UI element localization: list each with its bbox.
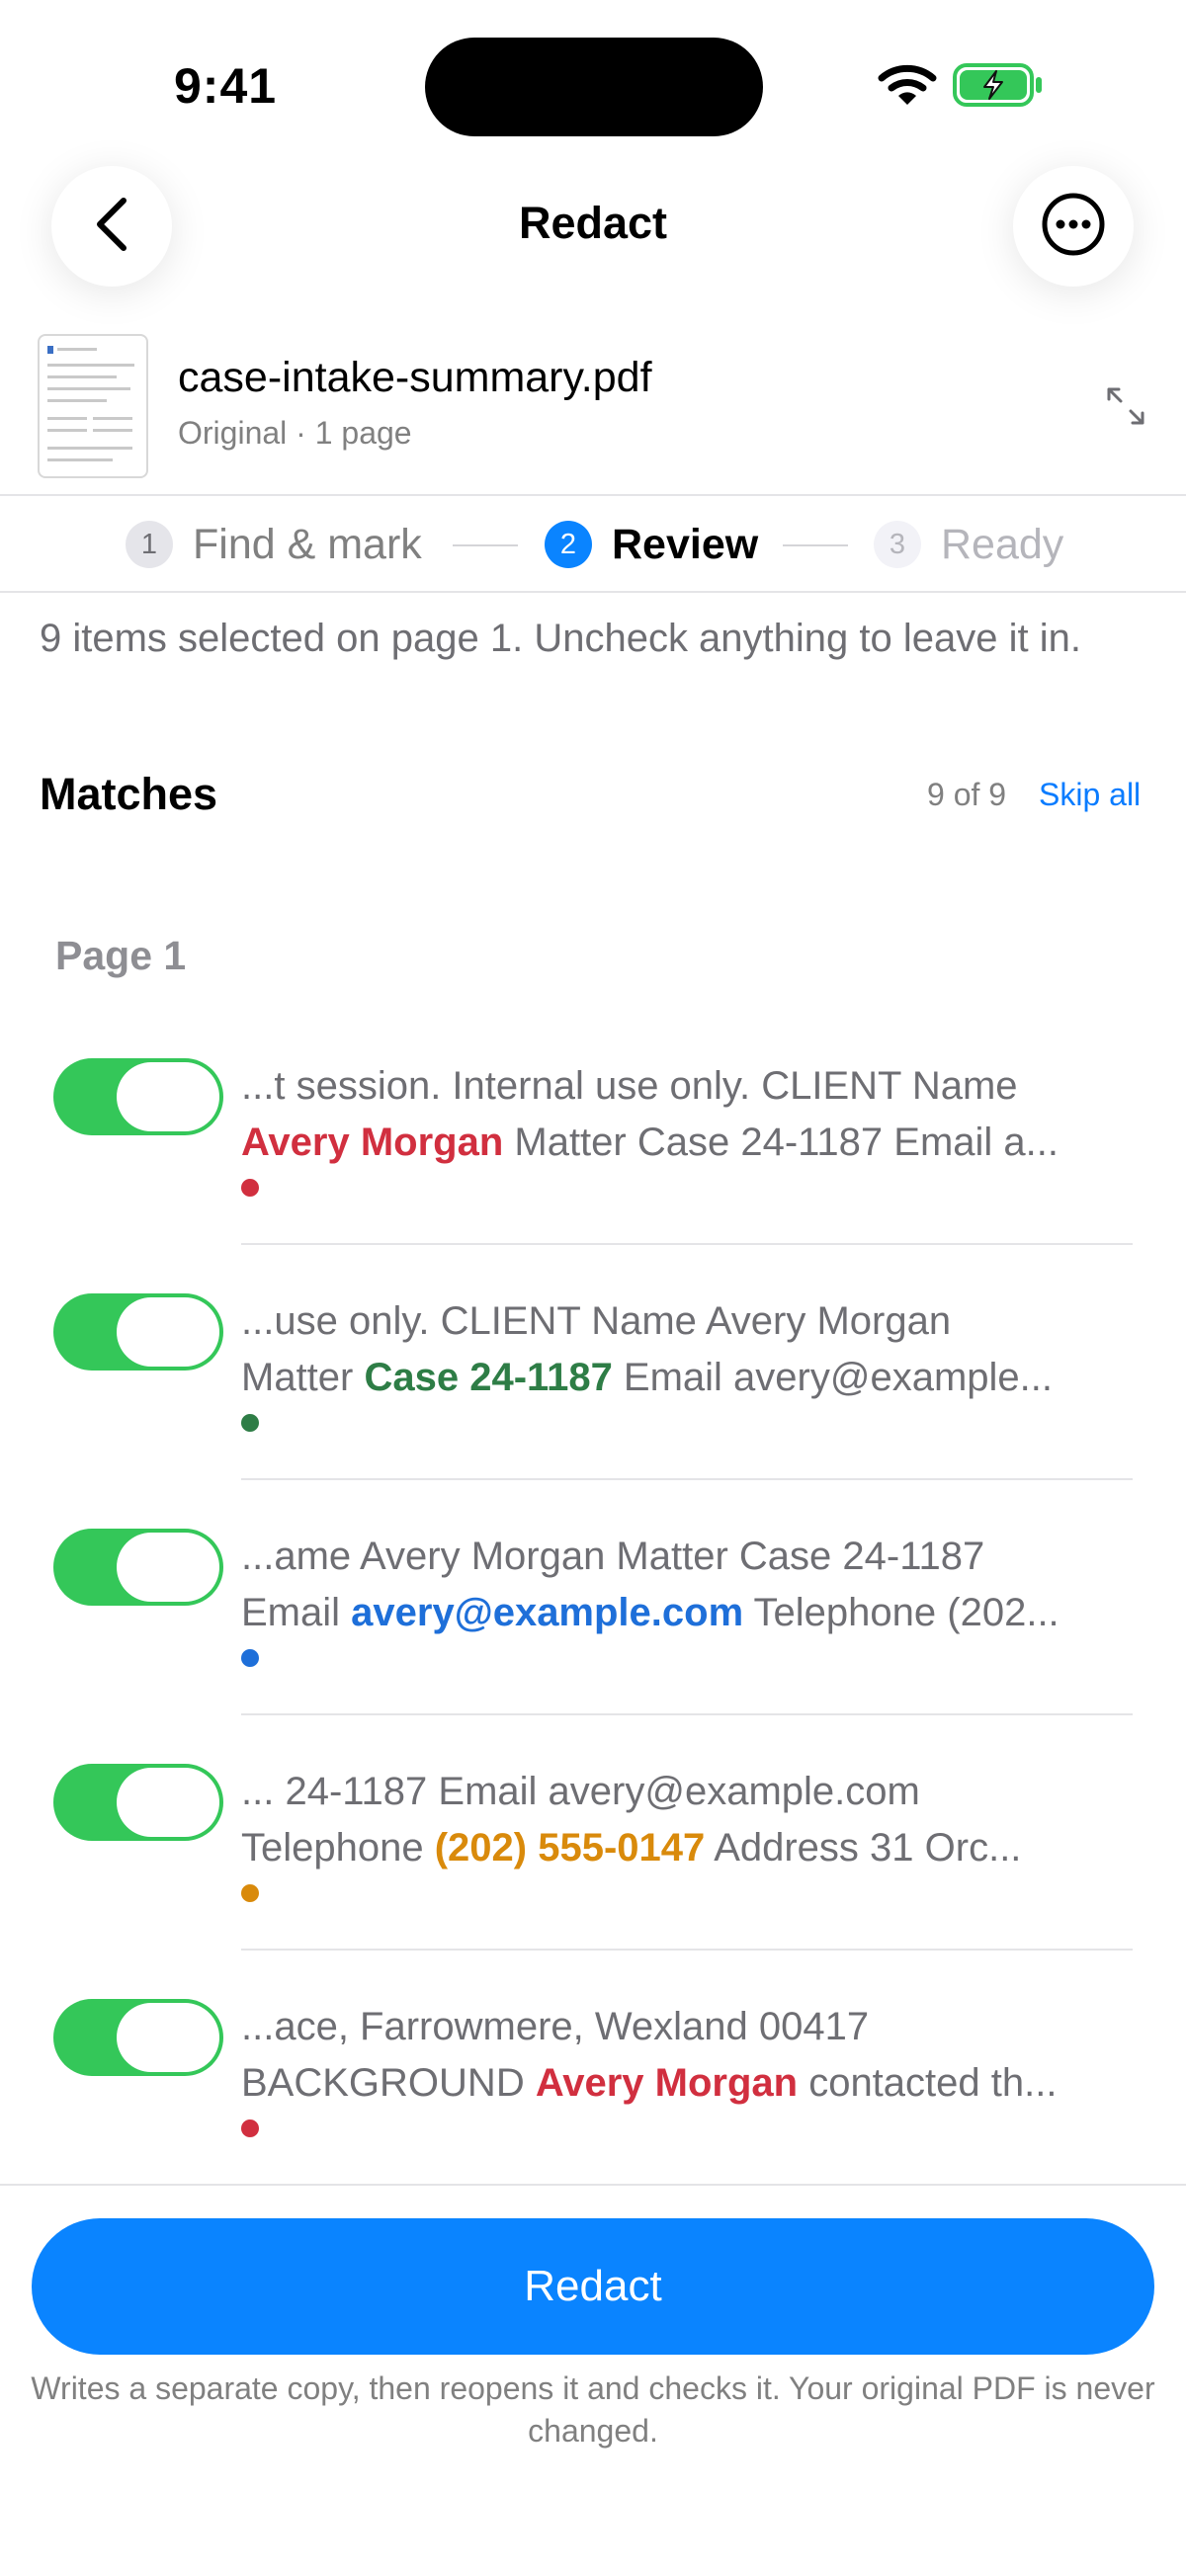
context-after: contacted th... — [798, 2061, 1058, 2105]
step-label: Review — [612, 520, 759, 568]
match-highlight: Avery Morgan — [241, 1121, 504, 1164]
match-toggle[interactable] — [53, 1529, 223, 1606]
battery-icon — [953, 63, 1044, 112]
step-find-mark: 1 Find & mark — [126, 521, 422, 568]
document-name: case-intake-summary.pdf — [178, 354, 652, 401]
page-title: Redact — [518, 198, 668, 248]
context-line-1: ...ame Avery Morgan Matter Case 24-1187 — [241, 1535, 985, 1578]
matches-heading: Matches — [40, 769, 218, 819]
redact-button[interactable]: Redact — [32, 2218, 1154, 2355]
step-review: 2 Review — [545, 521, 758, 568]
match-highlight: Case 24-1187 — [364, 1356, 613, 1399]
context-after: Address 31 Orc... — [705, 1826, 1022, 1870]
match-color-dot — [241, 1179, 259, 1197]
divider — [0, 2184, 1186, 2186]
match-highlight: (202) 555-0147 — [434, 1826, 706, 1870]
context-line-1: ... 24-1187 Email avery@example.com — [241, 1770, 920, 1813]
document-thumbnail[interactable] — [38, 334, 148, 478]
match-color-dot — [241, 1414, 259, 1432]
step-label: Ready — [941, 520, 1064, 568]
more-options-button[interactable] — [1013, 166, 1134, 287]
match-context: ...t session. Internal use only. CLIENT … — [241, 1058, 1131, 1171]
context-before: Matter — [241, 1356, 365, 1399]
step-connector — [783, 544, 848, 546]
step-connector — [453, 544, 518, 546]
divider — [0, 494, 1186, 496]
divider — [0, 591, 1186, 593]
selection-summary: 9 items selected on page 1. Uncheck anyt… — [40, 617, 1081, 660]
match-highlight: Avery Morgan — [535, 2061, 799, 2105]
skip-all-button[interactable]: Skip all — [1039, 777, 1141, 813]
match-toggle[interactable] — [53, 1058, 223, 1135]
step-number: 3 — [874, 521, 921, 568]
context-line-1: ...ace, Farrowmere, Wexland 00417 — [241, 2005, 870, 2048]
match-color-dot — [241, 2119, 259, 2137]
match-toggle[interactable] — [53, 1293, 223, 1371]
wifi-icon — [878, 61, 937, 112]
divider — [241, 1713, 1133, 1715]
divider — [241, 1949, 1133, 1951]
status-time: 9:41 — [174, 58, 278, 114]
context-before: BACKGROUND — [241, 2061, 536, 2105]
page-heading: Page 1 — [55, 933, 187, 978]
match-color-dot — [241, 1884, 259, 1902]
dynamic-island — [425, 38, 763, 136]
context-after: Email avery@example... — [612, 1356, 1054, 1399]
context-line-1: ...t session. Internal use only. CLIENT … — [241, 1064, 1018, 1108]
match-context: ...use only. CLIENT Name Avery Morgan Ma… — [241, 1293, 1131, 1406]
match-context: ...ame Avery Morgan Matter Case 24-1187 … — [241, 1529, 1131, 1641]
context-after: Matter Case 24-1187 Email a... — [503, 1121, 1059, 1164]
step-number: 2 — [545, 521, 592, 568]
document-subtitle: Original · 1 page — [178, 415, 412, 451]
match-toggle[interactable] — [53, 1764, 223, 1841]
context-before: Email — [241, 1591, 352, 1634]
match-color-dot — [241, 1649, 259, 1667]
match-highlight: avery@example.com — [351, 1591, 744, 1634]
step-ready: 3 Ready — [874, 521, 1063, 568]
match-count: 9 of 9 — [927, 777, 1007, 812]
ellipsis-circle-icon — [1041, 192, 1106, 262]
match-context: ... 24-1187 Email avery@example.com Tele… — [241, 1764, 1131, 1876]
match-toggle[interactable] — [53, 1999, 223, 2076]
step-number: 1 — [126, 521, 173, 568]
divider — [241, 1478, 1133, 1480]
expand-icon[interactable] — [1105, 385, 1146, 432]
context-after: Telephone (202... — [743, 1591, 1059, 1634]
footnote: Writes a separate copy, then reopens it … — [31, 2370, 1155, 2449]
step-label: Find & mark — [193, 520, 422, 568]
match-context: ...ace, Farrowmere, Wexland 00417 BACKGR… — [241, 1999, 1131, 2112]
divider — [241, 1243, 1133, 1245]
context-before: Telephone — [241, 1826, 435, 1870]
context-line-1: ...use only. CLIENT Name Avery Morgan — [241, 1299, 952, 1343]
